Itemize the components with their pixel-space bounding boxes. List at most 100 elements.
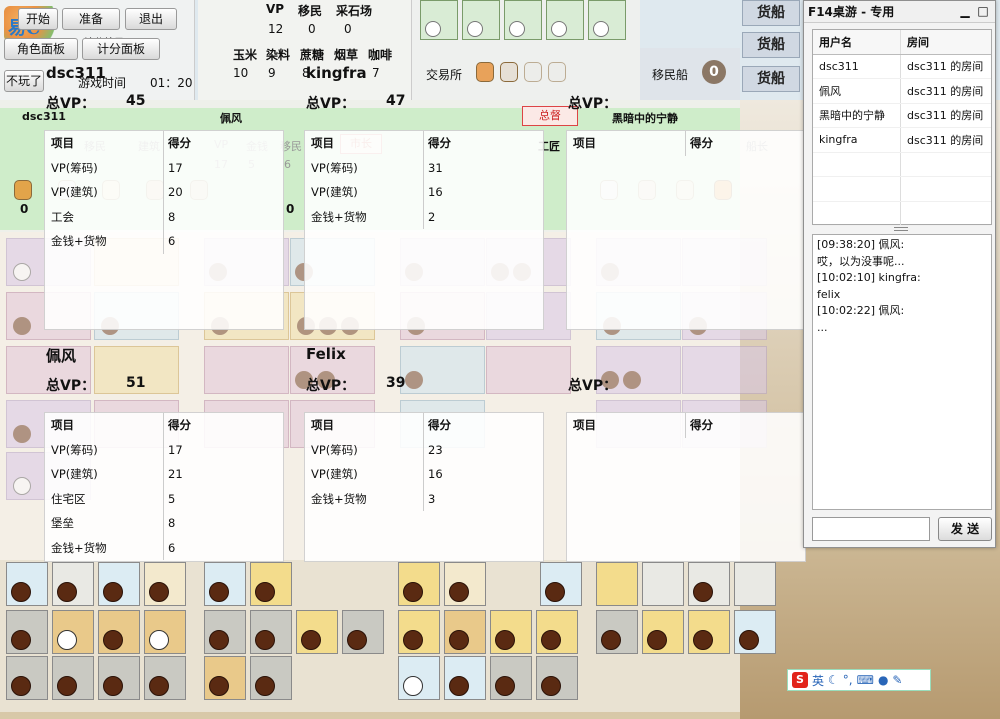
user-row[interactable]: 佩风 dsc311 的房间 bbox=[813, 79, 991, 104]
plantation-tile[interactable] bbox=[444, 610, 486, 654]
plantation-tile[interactable] bbox=[536, 656, 578, 700]
quit-button[interactable]: 不玩了 bbox=[4, 70, 44, 92]
total-vp-label: 总VP： bbox=[306, 96, 356, 112]
plantation-tile[interactable] bbox=[642, 610, 684, 654]
goods-card-4[interactable] bbox=[546, 0, 584, 40]
wrench-icon[interactable]: ✎ bbox=[892, 673, 902, 687]
plantation-tile[interactable] bbox=[52, 610, 94, 654]
plantation-tile[interactable] bbox=[52, 562, 94, 606]
col-item: 项目 bbox=[573, 136, 596, 151]
building-card[interactable] bbox=[682, 346, 767, 394]
plantation-tile[interactable] bbox=[250, 562, 292, 606]
plantation-tile[interactable] bbox=[98, 562, 140, 606]
role-panel-button[interactable]: 角色面板 bbox=[4, 38, 78, 60]
col-room[interactable]: 房间 bbox=[901, 34, 929, 50]
plantation-tile[interactable] bbox=[596, 610, 638, 654]
plantation-tile[interactable] bbox=[444, 562, 486, 606]
plantation-tile[interactable] bbox=[250, 656, 292, 700]
send-button[interactable]: 发 送 bbox=[938, 517, 992, 541]
score-table-kingfra: 项目 得分 VP(筹码) 31 VP(建筑) 16 金钱+货物 2 bbox=[304, 130, 544, 330]
building-card[interactable] bbox=[204, 346, 289, 394]
goods-card-3[interactable] bbox=[504, 0, 542, 40]
goods-card-5[interactable] bbox=[588, 0, 626, 40]
exit-button[interactable]: 退出 bbox=[125, 8, 177, 30]
plantation-tile[interactable] bbox=[342, 610, 384, 654]
col-item: 项目 bbox=[51, 418, 74, 433]
chat-line: [10:02:10] kingfra: bbox=[817, 271, 921, 284]
score-value: 5 bbox=[168, 491, 176, 506]
plantation-tile[interactable] bbox=[734, 562, 776, 606]
score-value: 6 bbox=[168, 540, 176, 555]
total-vp-label: 总VP： bbox=[568, 378, 618, 394]
building-card[interactable] bbox=[400, 346, 485, 394]
plantation-tile[interactable] bbox=[144, 656, 186, 700]
plantation-tile[interactable] bbox=[536, 610, 578, 654]
plantation-tile[interactable] bbox=[52, 656, 94, 700]
moon-icon[interactable]: ☾ bbox=[828, 673, 839, 687]
plantation-tile[interactable] bbox=[98, 656, 140, 700]
header-colonist-value: 6 bbox=[284, 158, 291, 171]
user-row[interactable]: kingfra dsc311 的房间 bbox=[813, 128, 991, 153]
ime-language[interactable]: 英 bbox=[812, 672, 824, 689]
score-item: VP(建筑) bbox=[311, 185, 358, 200]
plantation-tile[interactable] bbox=[734, 610, 776, 654]
keyboard-icon[interactable]: ⌨ bbox=[857, 673, 874, 687]
quarry-value: 0 bbox=[344, 22, 352, 36]
plantation-tile[interactable] bbox=[596, 562, 638, 606]
user-icon[interactable]: ● bbox=[878, 673, 888, 687]
score-player-name-4: Felix bbox=[306, 345, 346, 363]
plantation-tile[interactable] bbox=[98, 610, 140, 654]
score-value: 3 bbox=[428, 491, 436, 506]
cargo-ship-3[interactable]: 货船 bbox=[742, 66, 800, 92]
plantation-tile[interactable] bbox=[6, 562, 48, 606]
score-value: 16 bbox=[428, 467, 443, 482]
chat-input[interactable] bbox=[812, 517, 930, 541]
user-row[interactable]: 黑暗中的宁静 dsc311 的房间 bbox=[813, 103, 991, 128]
minimize-icon[interactable]: ▁ bbox=[957, 1, 973, 23]
cargo-ship-2[interactable]: 货船 bbox=[742, 32, 800, 58]
plantation-tile[interactable] bbox=[144, 562, 186, 606]
splitter-handle[interactable] bbox=[894, 227, 908, 231]
user-row[interactable]: dsc311 dsc311 的房间 bbox=[813, 54, 991, 79]
total-vp-label: 总VP： bbox=[46, 378, 96, 394]
goods-card-2[interactable] bbox=[462, 0, 500, 40]
score-item: VP(建筑) bbox=[311, 467, 358, 482]
plantation-tile[interactable] bbox=[398, 562, 440, 606]
maximize-icon[interactable]: □ bbox=[975, 1, 991, 23]
plantation-tile[interactable] bbox=[6, 610, 48, 654]
ready-button[interactable]: 准备 bbox=[62, 8, 120, 30]
room: dsc311 的房间 bbox=[907, 133, 984, 147]
col-username[interactable]: 用户名 bbox=[813, 30, 901, 54]
plantation-tile[interactable] bbox=[490, 610, 532, 654]
plantation-tile[interactable] bbox=[398, 656, 440, 700]
plantation-tile[interactable] bbox=[204, 562, 246, 606]
plantation-tile[interactable] bbox=[144, 610, 186, 654]
sugar-label: 蔗糖 bbox=[300, 48, 325, 62]
punctuation-icon[interactable]: °, bbox=[843, 673, 853, 687]
score-value: 17 bbox=[168, 442, 183, 457]
plantation-tile[interactable] bbox=[296, 610, 338, 654]
cargo-ship-1[interactable]: 货船 bbox=[742, 0, 800, 26]
plantation-tile[interactable] bbox=[250, 610, 292, 654]
plantation-tile[interactable] bbox=[688, 562, 730, 606]
ime-toolbar[interactable]: S 英 ☾ °, ⌨ ● ✎ bbox=[787, 669, 931, 691]
coffee-label: 咖啡 bbox=[368, 48, 393, 62]
chat-line: [10:02:22] 佩风: bbox=[817, 304, 905, 317]
plantation-tile[interactable] bbox=[540, 562, 582, 606]
barrel-icon bbox=[14, 180, 32, 200]
score-item: 金钱+货物 bbox=[311, 491, 367, 506]
goods-card-1[interactable] bbox=[420, 0, 458, 40]
score-item: 工会 bbox=[51, 209, 74, 224]
plantation-tile[interactable] bbox=[688, 610, 730, 654]
plantation-tile[interactable] bbox=[204, 656, 246, 700]
building-card[interactable] bbox=[486, 346, 571, 394]
plantation-tile[interactable] bbox=[642, 562, 684, 606]
plantation-tile[interactable] bbox=[204, 610, 246, 654]
plantation-tile[interactable] bbox=[6, 656, 48, 700]
score-panel-button[interactable]: 计分面板 bbox=[82, 38, 160, 60]
game-time: 01：20 bbox=[150, 76, 193, 90]
plantation-tile[interactable] bbox=[444, 656, 486, 700]
plantation-tile[interactable] bbox=[490, 656, 532, 700]
start-button[interactable]: 开始 bbox=[18, 8, 58, 30]
plantation-tile[interactable] bbox=[398, 610, 440, 654]
